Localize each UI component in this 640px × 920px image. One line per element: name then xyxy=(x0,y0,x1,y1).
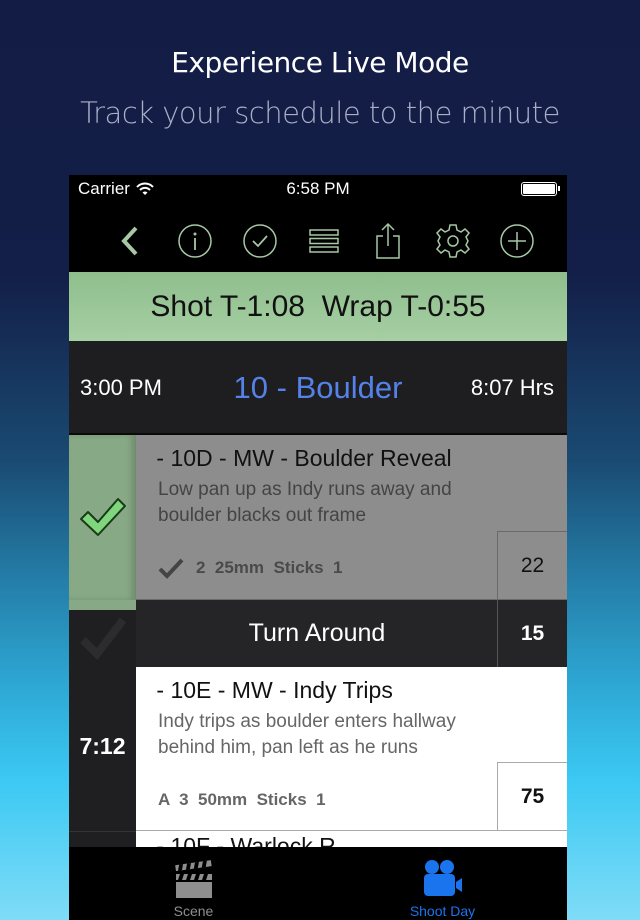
status-time: 6:58 PM xyxy=(286,179,350,198)
share-icon xyxy=(376,222,401,259)
settings-button[interactable] xyxy=(433,221,473,261)
complete-button[interactable] xyxy=(240,221,280,261)
shot-title: - 10E - MW - Indy Trips xyxy=(150,677,393,703)
shot-duration[interactable]: 75 xyxy=(497,762,567,830)
info-icon xyxy=(178,224,213,258)
status-bar: Carrier 6:58 PM xyxy=(69,175,567,203)
tab-shoot-day-label: Shoot Day xyxy=(409,903,476,919)
turnaround-duration[interactable]: 15 xyxy=(497,600,567,667)
list-icon xyxy=(309,229,339,253)
clapperboard-icon xyxy=(174,860,212,898)
tab-bar: Scene Shoot Day xyxy=(69,847,567,920)
shot-body: - 10E - MW - Indy Trips Indy trips as bo… xyxy=(136,667,567,831)
check-icon xyxy=(158,558,184,579)
tab-scene[interactable]: Scene xyxy=(69,847,318,920)
shot-time-cell[interactable]: 7:12 xyxy=(69,667,136,831)
info-button[interactable] xyxy=(175,221,215,261)
shot-meta: A 3 50mm Sticks 1 xyxy=(158,790,326,810)
share-button[interactable] xyxy=(368,221,408,261)
shot-row-current[interactable]: 7:12 - 10E - MW - Indy Trips Indy trips … xyxy=(69,667,567,831)
shot-meta-text: A 3 50mm Sticks 1 xyxy=(158,790,326,809)
shot-elapsed-time: 7:12 xyxy=(79,733,126,759)
video-camera-icon xyxy=(423,860,462,896)
shot-status-cell[interactable] xyxy=(69,435,136,600)
tab-scene-label: Scene xyxy=(173,903,214,919)
shot-title: - 10D - MW - Boulder Reveal xyxy=(150,445,452,471)
promo-subtitle: Track your schedule to the minute xyxy=(80,96,560,130)
scene-hours: 8:07 Hrs xyxy=(470,375,554,400)
checkmark-circle-icon xyxy=(242,224,277,258)
phone-screen: Carrier 6:58 PM Shot T-1:08 Wrap T-0:55 … xyxy=(69,175,567,920)
turnaround-label: Turn Around xyxy=(248,619,386,647)
turnaround-row[interactable]: Turn Around 15 xyxy=(69,600,567,667)
countdown-banner: Shot T-1:08 Wrap T-0:55 xyxy=(69,272,567,341)
gear-icon xyxy=(435,224,470,258)
list-button[interactable] xyxy=(304,221,344,261)
back-button[interactable] xyxy=(111,221,151,261)
battery-icon xyxy=(521,182,560,196)
faded-checkmark-icon xyxy=(80,617,127,661)
shot-description: Indy trips as boulder enters hallway beh… xyxy=(158,711,456,758)
completed-checkmark-icon xyxy=(80,498,126,536)
back-chevron-icon xyxy=(121,226,138,256)
promo-title: Experience Live Mode xyxy=(171,46,469,79)
turnaround-status-cell[interactable] xyxy=(69,600,136,667)
shot-description: Low pan up as Indy runs away and boulder… xyxy=(158,479,452,526)
shot-body: - 10D - MW - Boulder Reveal Low pan up a… xyxy=(136,435,567,600)
shot-meta: 2 25mm Sticks 1 xyxy=(158,557,342,579)
toolbar xyxy=(69,211,567,271)
tab-shoot-day[interactable]: Shoot Day xyxy=(318,847,567,920)
shot-meta-text: 2 25mm Sticks 1 xyxy=(196,558,343,577)
shot-duration[interactable]: 22 xyxy=(497,531,567,599)
add-button[interactable] xyxy=(497,221,537,261)
scene-header[interactable]: 3:00 PM 10 - Boulder 8:07 Hrs xyxy=(69,341,567,435)
shot-row-completed[interactable]: - 10D - MW - Boulder Reveal Low pan up a… xyxy=(69,435,567,600)
add-circle-icon xyxy=(500,224,534,258)
